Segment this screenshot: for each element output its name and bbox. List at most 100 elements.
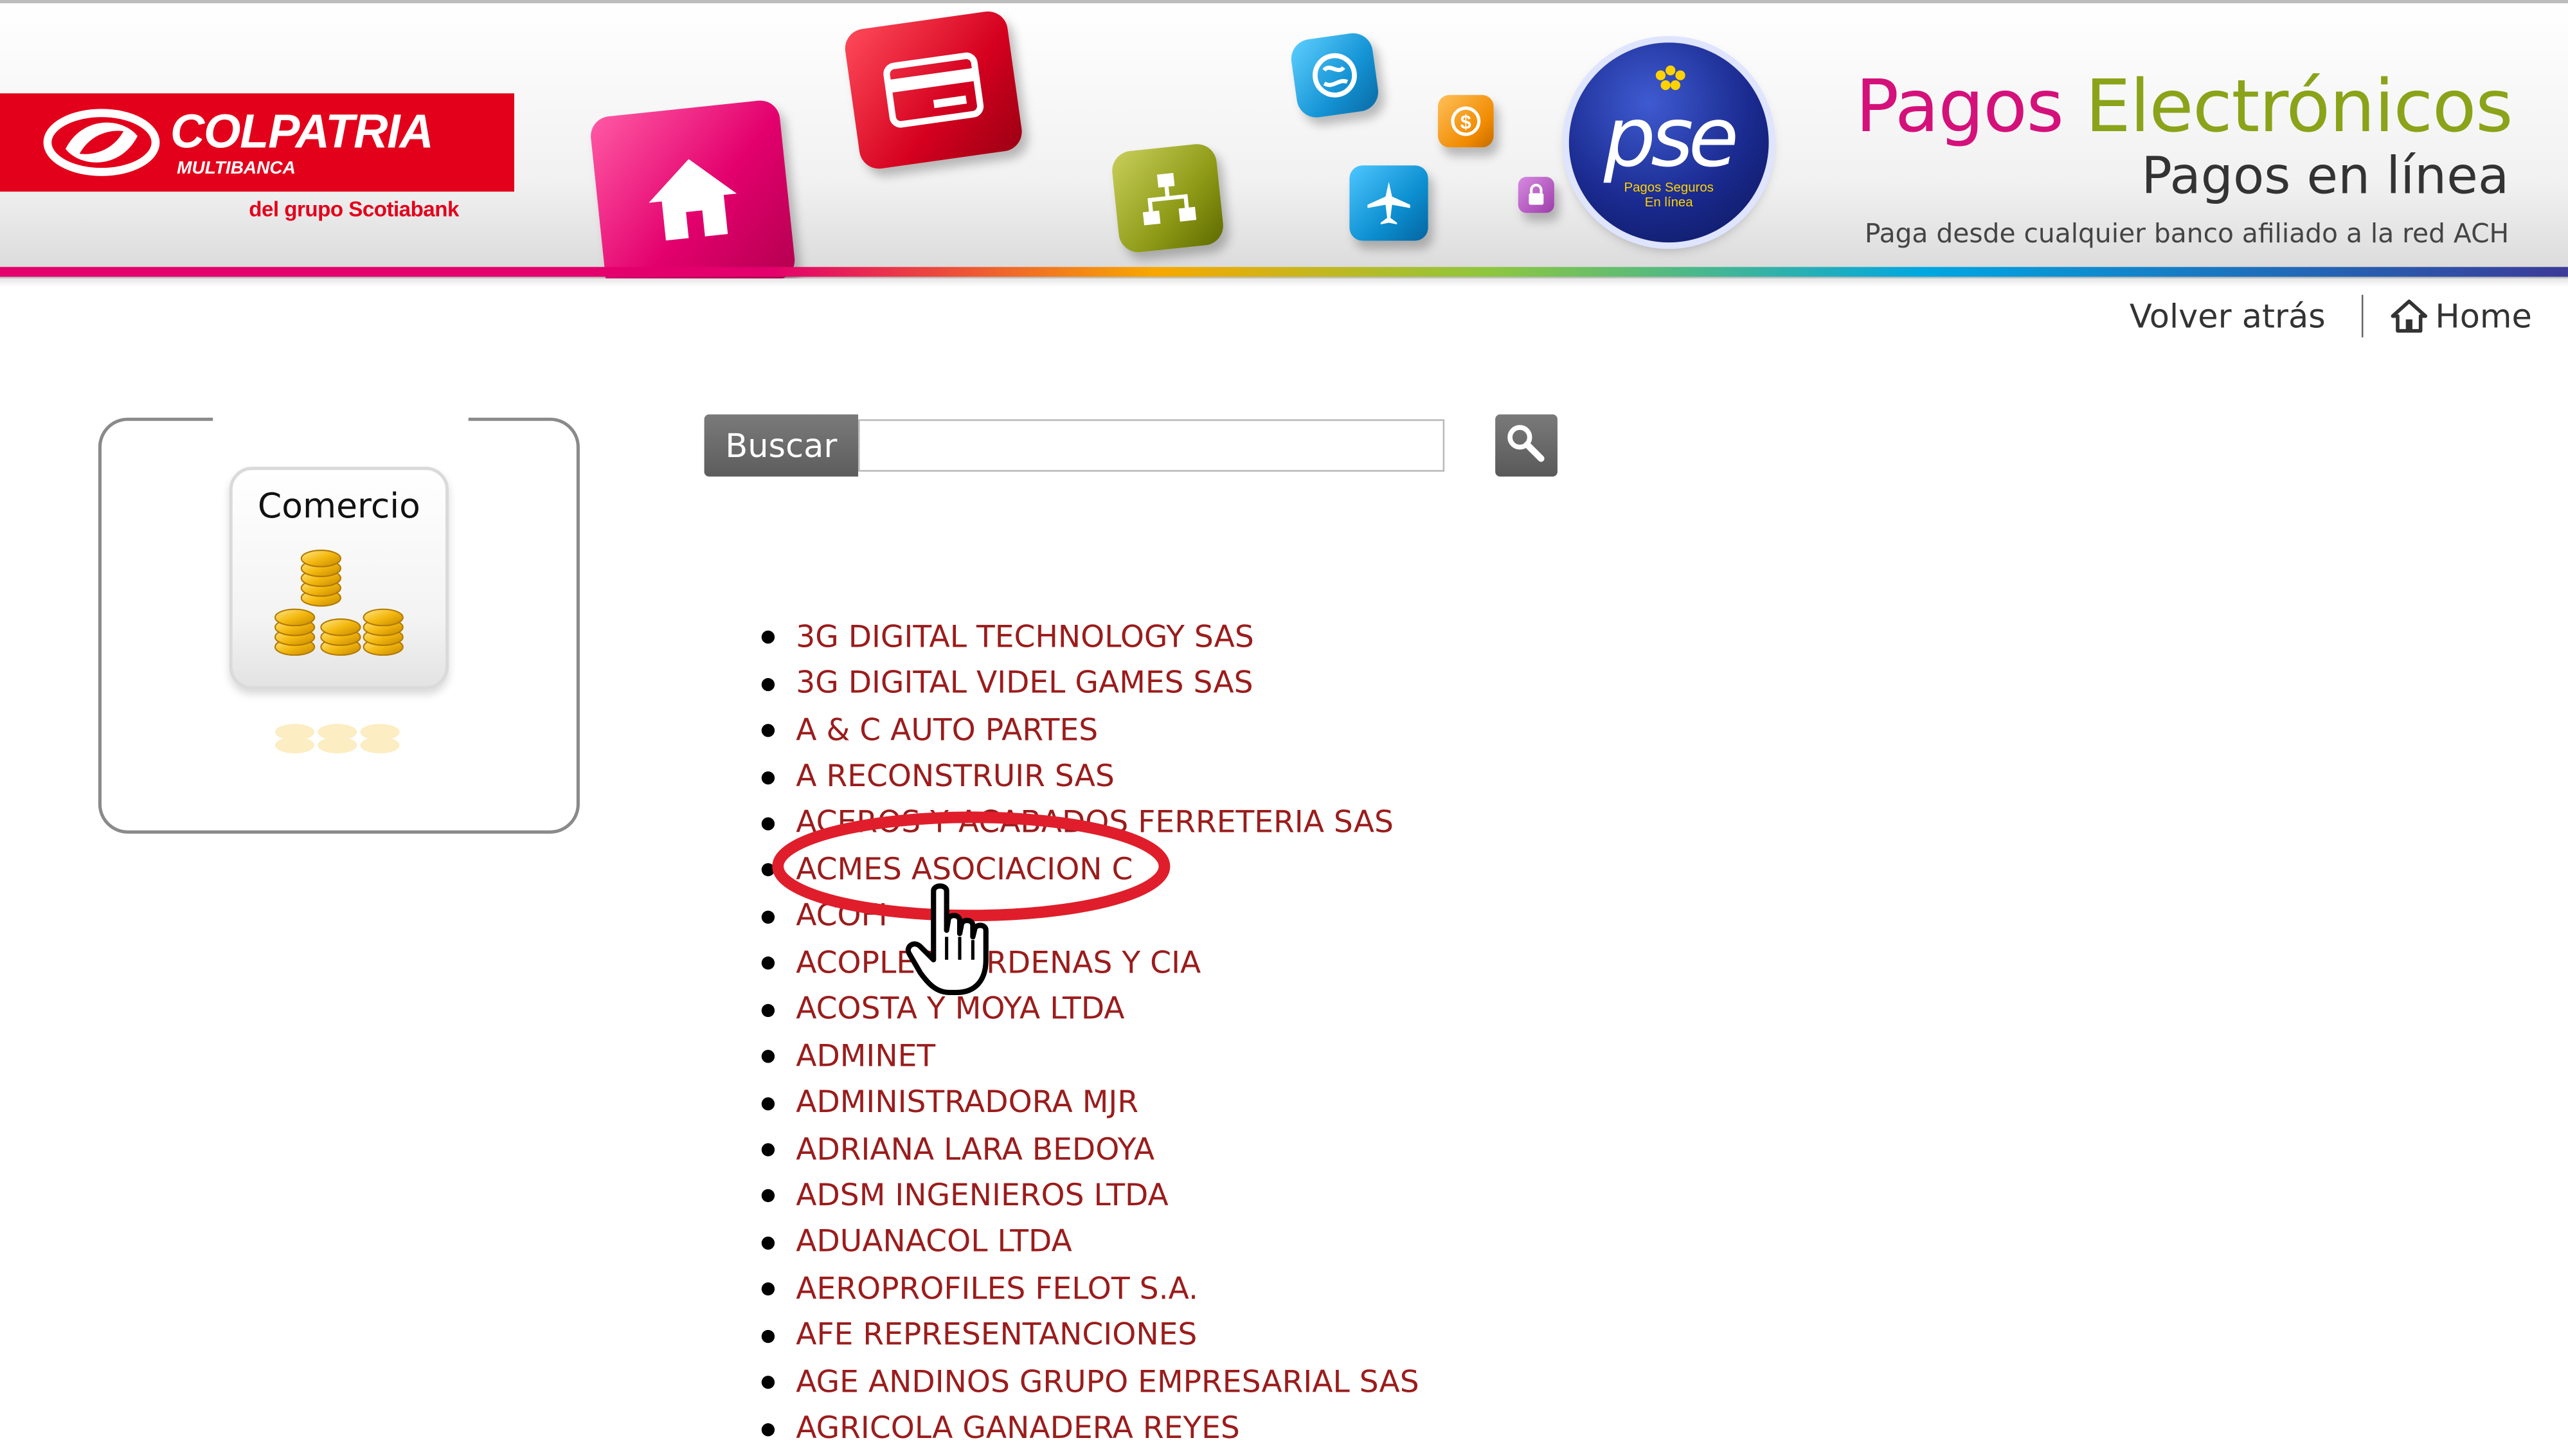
home-link[interactable]: Home bbox=[2389, 296, 2532, 336]
merchant-link[interactable]: AGE ANDINOS GRUPO EMPRESARIAL SAS bbox=[796, 1365, 1419, 1400]
merchant-link[interactable]: ACOSTA Y MOYA LTDA bbox=[796, 993, 1124, 1028]
list-item: 3G DIGITAL TECHNOLOGY SAS bbox=[750, 614, 1419, 660]
pse-logo-text: pse bbox=[1603, 90, 1739, 185]
house-cube bbox=[589, 98, 797, 279]
bullet bbox=[761, 1189, 775, 1203]
pse-sub-line-1: Pagos Seguros bbox=[1624, 180, 1714, 195]
back-link[interactable]: Volver atrás bbox=[2130, 296, 2326, 336]
list-item: ACMES ASOCIACION C bbox=[750, 847, 1419, 894]
list-item: ACOSTA Y MOYA LTDA bbox=[750, 987, 1419, 1033]
top-nav: Volver atrás Home bbox=[2130, 292, 2532, 341]
bank-subline: MULTIBANCA bbox=[177, 159, 296, 179]
magnifier-icon bbox=[1507, 425, 1545, 462]
merchant-link[interactable]: AGRICOLA GANADERA REYES bbox=[796, 1412, 1240, 1447]
search-button[interactable] bbox=[1495, 414, 1558, 477]
pse-logo-subtext: Pagos Seguros En línea bbox=[1569, 180, 1769, 210]
bullet bbox=[761, 817, 775, 831]
dollar-coin-icon: $ bbox=[1451, 106, 1481, 136]
pse-sub-line-2: En línea bbox=[1644, 195, 1693, 210]
airplane-icon bbox=[1367, 181, 1410, 225]
bullet bbox=[761, 1423, 775, 1436]
merchant-link[interactable]: ADMINET bbox=[796, 1039, 935, 1074]
merchant-link[interactable]: ACEROS Y ACABADOS FERRETERIA SAS bbox=[796, 807, 1394, 841]
bullet bbox=[761, 1096, 775, 1110]
header-banner: COLPATRIA MULTIBANCA del grupo Scotiaban… bbox=[0, 0, 2568, 279]
home-link-label: Home bbox=[2435, 296, 2532, 336]
colpatria-swirl-icon bbox=[43, 109, 160, 176]
merchant-link[interactable]: ADRIANA LARA BEDOYA bbox=[796, 1133, 1154, 1167]
title-part-1: Pagos bbox=[1855, 65, 2086, 149]
header-stripe-shadow bbox=[0, 276, 2568, 287]
panel-border-gap bbox=[213, 416, 469, 424]
bullet bbox=[761, 770, 775, 784]
merchant-link[interactable]: 3G DIGITAL TECHNOLOGY SAS bbox=[796, 620, 1254, 655]
category-label: Comercio bbox=[257, 486, 420, 526]
merchant-link[interactable]: AEROPROFILES FELOT S.A. bbox=[796, 1272, 1198, 1307]
merchant-link[interactable]: 3G DIGITAL VIDEL GAMES SAS bbox=[796, 667, 1253, 701]
bullet bbox=[761, 863, 775, 877]
page: COLPATRIA MULTIBANCA del grupo Scotiaban… bbox=[0, 0, 2568, 1456]
list-item: ADRIANA LARA BEDOYA bbox=[750, 1126, 1419, 1173]
list-item: ACOFI bbox=[750, 894, 1419, 940]
plane-cube bbox=[1349, 165, 1428, 241]
list-item: AGE ANDINOS GRUPO EMPRESARIAL SAS bbox=[750, 1360, 1419, 1406]
globe-icon bbox=[1313, 53, 1357, 98]
lock-cube bbox=[1518, 177, 1554, 213]
credit-card-icon bbox=[883, 52, 984, 128]
merchant-list: 3G DIGITAL TECHNOLOGY SAS 3G DIGITAL VID… bbox=[750, 614, 1419, 1452]
network-cube bbox=[1110, 142, 1225, 255]
merchant-link[interactable]: ACOPLES CARDENAS Y CIA bbox=[796, 946, 1201, 981]
merchant-link[interactable]: AFE REPRESENTANCIONES bbox=[796, 1319, 1197, 1354]
header-title: Pagos Electrónicos bbox=[1856, 62, 2513, 154]
merchant-link[interactable]: A & C AUTO PARTES bbox=[796, 714, 1098, 748]
globe-cube bbox=[1288, 30, 1381, 120]
header-tagline: Paga desde cualquier banco afiliado a la… bbox=[1864, 217, 2510, 249]
comercio-category-tile[interactable]: Comercio bbox=[229, 467, 449, 690]
card-cube bbox=[842, 8, 1025, 172]
list-item: ADUANACOL LTDA bbox=[750, 1219, 1419, 1266]
merchant-link[interactable]: ADUANACOL LTDA bbox=[796, 1226, 1072, 1261]
list-item: ADSM INGENIEROS LTDA bbox=[750, 1173, 1419, 1219]
bullet bbox=[761, 910, 775, 924]
colpatria-logo[interactable]: COLPATRIA MULTIBANCA bbox=[0, 93, 515, 192]
bullet bbox=[761, 1329, 775, 1343]
merchant-link[interactable]: ACOFI bbox=[796, 900, 887, 935]
category-panel: Comercio bbox=[98, 416, 580, 834]
bullet bbox=[761, 1003, 775, 1017]
list-item: ACOPLES CARDENAS Y CIA bbox=[750, 940, 1419, 987]
merchant-link[interactable]: A RECONSTRUIR SAS bbox=[796, 760, 1115, 795]
home-outline-icon bbox=[2391, 299, 2427, 333]
bullet bbox=[761, 957, 775, 971]
search-input[interactable] bbox=[858, 419, 1445, 472]
list-item: AGRICOLA GANADERA REYES bbox=[750, 1406, 1419, 1452]
list-item: AFE REPRESENTANCIONES bbox=[750, 1313, 1419, 1359]
bullet bbox=[761, 1376, 775, 1390]
coin-cube: $ bbox=[1437, 94, 1494, 148]
bullet bbox=[761, 631, 775, 644]
group-line: del grupo Scotiabank bbox=[249, 196, 459, 221]
title-part-2: Electrónicos bbox=[2085, 65, 2513, 149]
list-item: A & C AUTO PARTES bbox=[750, 707, 1419, 753]
merchant-link[interactable]: ADMINISTRADORA MJR bbox=[796, 1086, 1138, 1120]
bullet bbox=[761, 1236, 775, 1250]
bullet bbox=[761, 724, 775, 737]
list-item: 3G DIGITAL VIDEL GAMES SAS bbox=[750, 661, 1419, 707]
list-item: ACEROS Y ACABADOS FERRETERIA SAS bbox=[750, 800, 1419, 847]
bullet bbox=[761, 1282, 775, 1297]
bullet bbox=[761, 1143, 775, 1156]
list-item: ADMINISTRADORA MJR bbox=[750, 1080, 1419, 1126]
search-label: Buscar bbox=[704, 414, 859, 477]
bullet bbox=[761, 677, 775, 691]
list-item: ADMINET bbox=[750, 1034, 1419, 1080]
svg-text:$: $ bbox=[1460, 111, 1471, 133]
bullet bbox=[761, 1050, 775, 1063]
lock-icon bbox=[1529, 183, 1544, 205]
merchant-link-highlighted[interactable]: ACMES ASOCIACION C bbox=[796, 853, 1133, 888]
pse-logo: pse Pagos Seguros En línea bbox=[1568, 42, 1769, 243]
house-icon bbox=[649, 159, 737, 241]
list-item: AEROPROFILES FELOT S.A. bbox=[750, 1266, 1419, 1313]
list-item: A RECONSTRUIR SAS bbox=[750, 754, 1419, 800]
coins-reflection-icon bbox=[275, 724, 400, 753]
header-subtitle: Pagos en línea bbox=[2141, 147, 2510, 207]
merchant-link[interactable]: ADSM INGENIEROS LTDA bbox=[796, 1179, 1169, 1214]
